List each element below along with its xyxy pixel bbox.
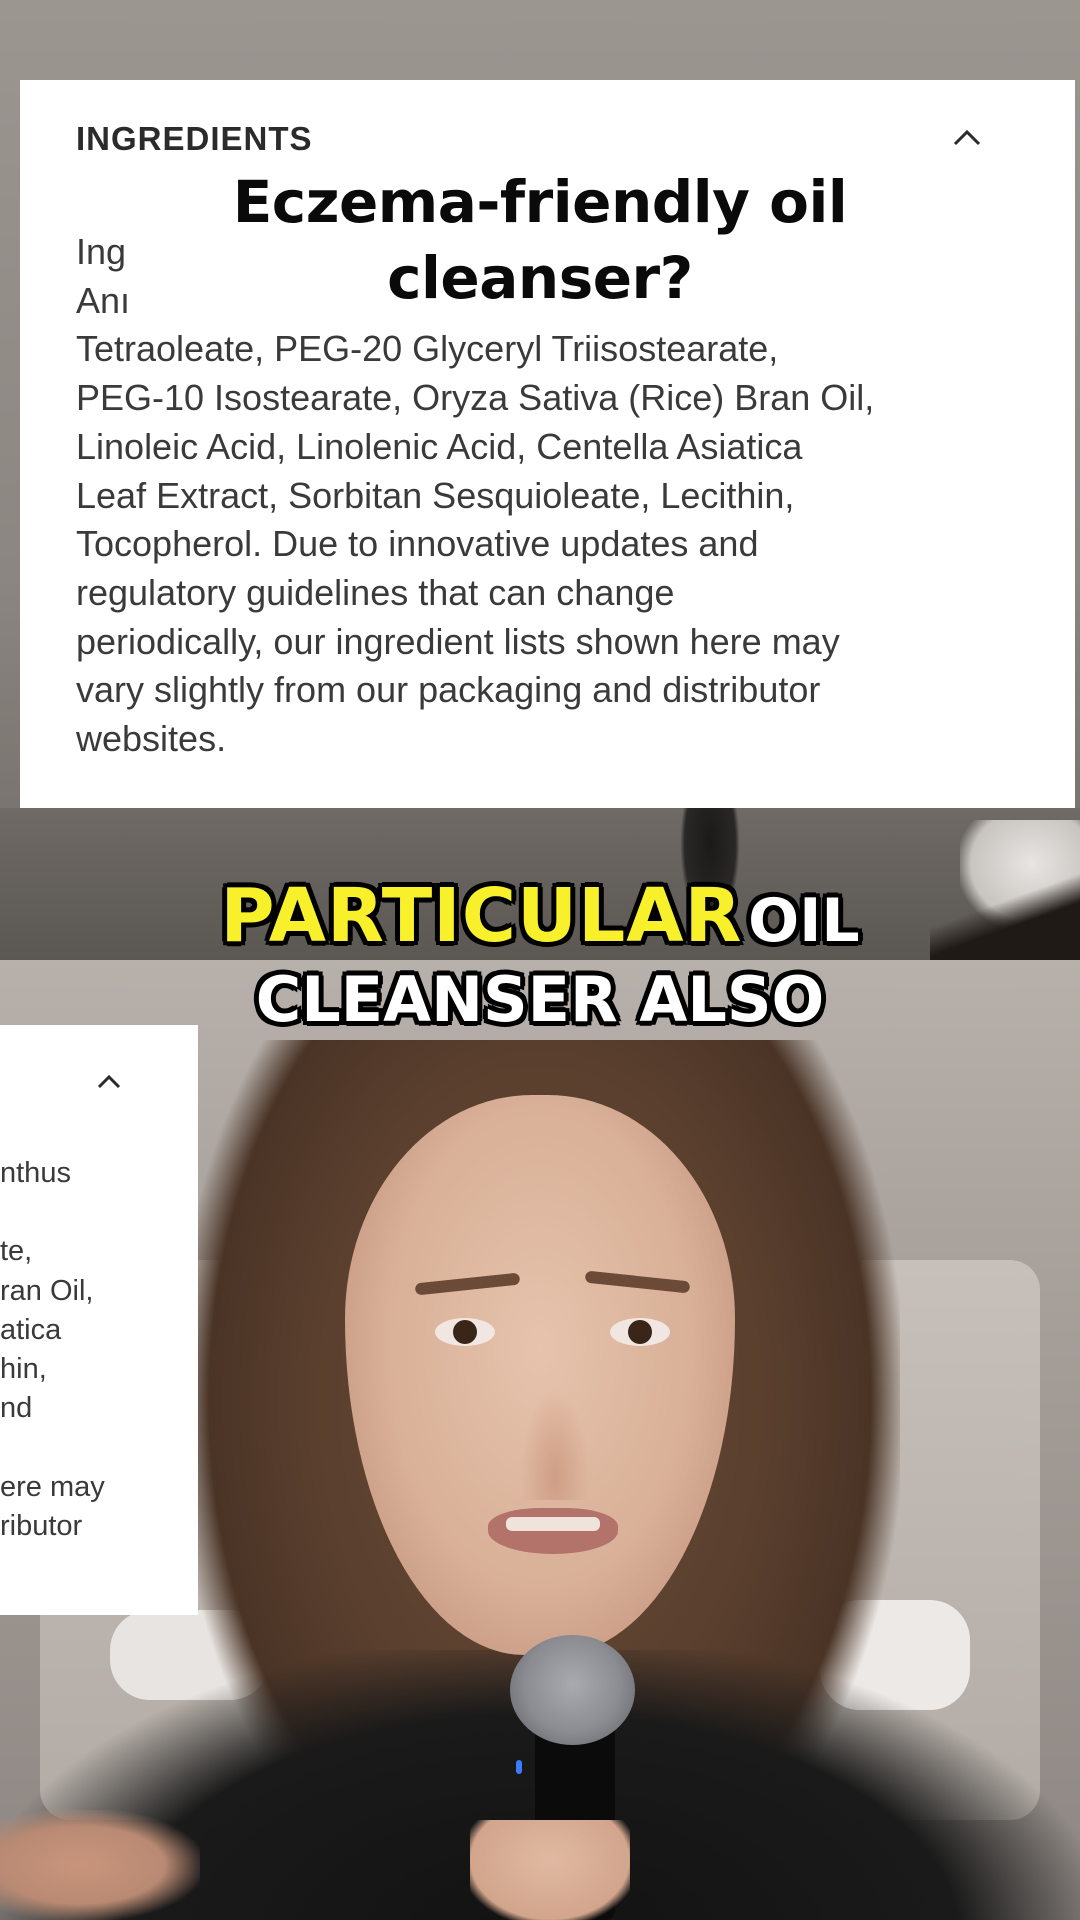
caption-line-2: CLEANSER ALSO — [255, 963, 825, 1036]
ingredients-line: Leaf Extract, Sorbitan Sesquioleate, Lec… — [76, 474, 795, 516]
ingredient-fragment: nd — [0, 1392, 33, 1424]
ingredients-line: Tocopherol. Due to innovative updates an… — [76, 523, 759, 565]
ingredients-line: regulatory guidelines that can change — [76, 571, 675, 613]
hand — [0, 1810, 200, 1920]
ingredient-fragment: atica — [0, 1314, 62, 1346]
caption-line-1: PARTICULAR OIL — [0, 870, 1080, 962]
ingredient-fragment: ere may — [0, 1471, 105, 1503]
ingredients-line: Anı — [76, 279, 131, 321]
hand — [470, 1820, 630, 1920]
subtitle-caption: PARTICULAR OIL CLEANSER ALSO — [0, 870, 1080, 1038]
ingredients-line: vary slightly from our packaging and dis… — [76, 669, 821, 711]
ingredient-fragment: te, — [0, 1235, 33, 1267]
ingredients-line: websites. — [76, 718, 227, 760]
top-video-frame: INGREDIENTS Ing Anı Tetraoleate, PEG-20 … — [0, 0, 1080, 960]
ingredient-fragment: ran Oil, — [0, 1275, 94, 1307]
microphone-windscreen-icon — [510, 1635, 635, 1745]
teeth — [506, 1517, 600, 1531]
ingredients-heading: INGREDIENTS — [76, 120, 313, 157]
ingredients-card-cropped: nthus te, ran Oil, atica hin, nd ere may… — [0, 1025, 198, 1615]
chevron-up-icon[interactable] — [950, 120, 984, 154]
microphone-light — [516, 1760, 522, 1774]
ingredients-line: Tetraoleate, PEG-20 Glyceryl Triisostear… — [76, 328, 779, 370]
ingredients-line: Ing — [76, 231, 127, 272]
caption-word: OIL — [748, 886, 860, 956]
ingredients-line: PEG-10 Isostearate, Oryza Sativa (Rice) … — [76, 377, 875, 419]
ingredient-fragment: hin, — [0, 1353, 47, 1385]
nose — [520, 1390, 590, 1500]
ingredients-line: Linoleic Acid, Linolenic Acid, Centella … — [76, 425, 803, 467]
eye — [610, 1318, 670, 1346]
ingredient-fragment: nthus — [0, 1157, 71, 1189]
title-line: Eczema-friendly oil — [232, 168, 848, 236]
bottom-video-frame: YA nthus te, ran Oil, atica hin, nd ere … — [0, 960, 1080, 1920]
ingredient-fragment: ributor — [0, 1510, 83, 1542]
eye — [435, 1318, 495, 1346]
chevron-up-icon[interactable] — [94, 1067, 124, 1097]
caption-highlight-word: PARTICULAR — [220, 873, 743, 959]
mouth — [488, 1508, 618, 1554]
video-title-overlay: Eczema-friendly oil cleanser? — [140, 164, 940, 316]
title-line: cleanser? — [387, 244, 693, 312]
ingredients-line: periodically, our ingredient lists shown… — [76, 620, 840, 662]
